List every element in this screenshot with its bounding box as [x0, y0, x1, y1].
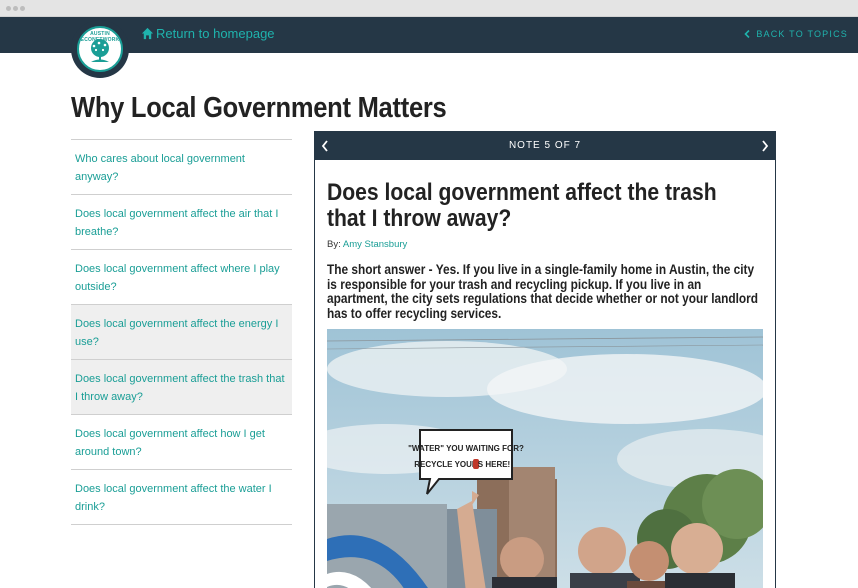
note-counter: NOTE 5 OF 7 — [508, 140, 582, 151]
back-to-topics-label: BACK TO TOPICS — [756, 29, 848, 39]
note-panel: NOTE 5 OF 7 Does local government affect… — [314, 131, 776, 588]
previous-note-icon[interactable] — [321, 140, 329, 152]
topic-list: Who cares about local government anyway?… — [71, 139, 292, 525]
home-icon — [141, 27, 154, 40]
chevron-left-icon — [744, 30, 750, 38]
sign-line-2b: S HERE! — [478, 460, 510, 469]
topic-item-7[interactable]: Does local government affect the water I… — [71, 470, 292, 525]
note-photo: "WATER" YOU WAITING FOR? RECYCLE YOUR S … — [327, 329, 763, 588]
author-link[interactable]: Amy Stansbury — [343, 239, 407, 250]
sign-line-2a: RECYCLE YOUR — [414, 460, 478, 469]
recycling-event-photo: "WATER" YOU WAITING FOR? RECYCLE YOUR S … — [327, 329, 763, 588]
sign-line-1: "WATER" YOU WAITING FOR? — [408, 444, 524, 453]
topic-item-1[interactable]: Who cares about local government anyway? — [71, 140, 292, 195]
topic-item-5[interactable]: Does local government affect the trash t… — [71, 360, 292, 415]
tree-icon — [91, 39, 109, 62]
browser-chrome — [0, 0, 858, 17]
note-title: Does local government affect the trash t… — [327, 179, 717, 232]
back-to-topics-link[interactable]: BACK TO TOPICS — [744, 29, 848, 39]
logo-badge: AUSTIN ECONETWORK — [77, 26, 123, 72]
window-dot-icon — [20, 6, 25, 11]
topic-item-4[interactable]: Does local government affect the energy … — [71, 305, 292, 360]
topic-item-2[interactable]: Does local government affect the air tha… — [71, 195, 292, 250]
note-summary: The short answer - Yes. If you live in a… — [327, 262, 759, 321]
site-logo[interactable]: AUSTIN ECONETWORK — [71, 20, 129, 78]
note-byline: By: Amy Stansbury — [327, 239, 407, 250]
topic-item-6[interactable]: Does local government affect how I get a… — [71, 415, 292, 470]
return-home-label: Return to homepage — [156, 26, 275, 41]
window-dot-icon — [6, 6, 11, 11]
window-dot-icon — [13, 6, 18, 11]
return-home-link[interactable]: Return to homepage — [141, 26, 275, 41]
byline-prefix: By: — [327, 239, 341, 250]
note-header: NOTE 5 OF 7 — [315, 132, 775, 160]
next-note-icon[interactable] — [761, 140, 769, 152]
page-title: Why Local Government Matters — [71, 92, 447, 124]
topic-item-3[interactable]: Does local government affect where I pla… — [71, 250, 292, 305]
